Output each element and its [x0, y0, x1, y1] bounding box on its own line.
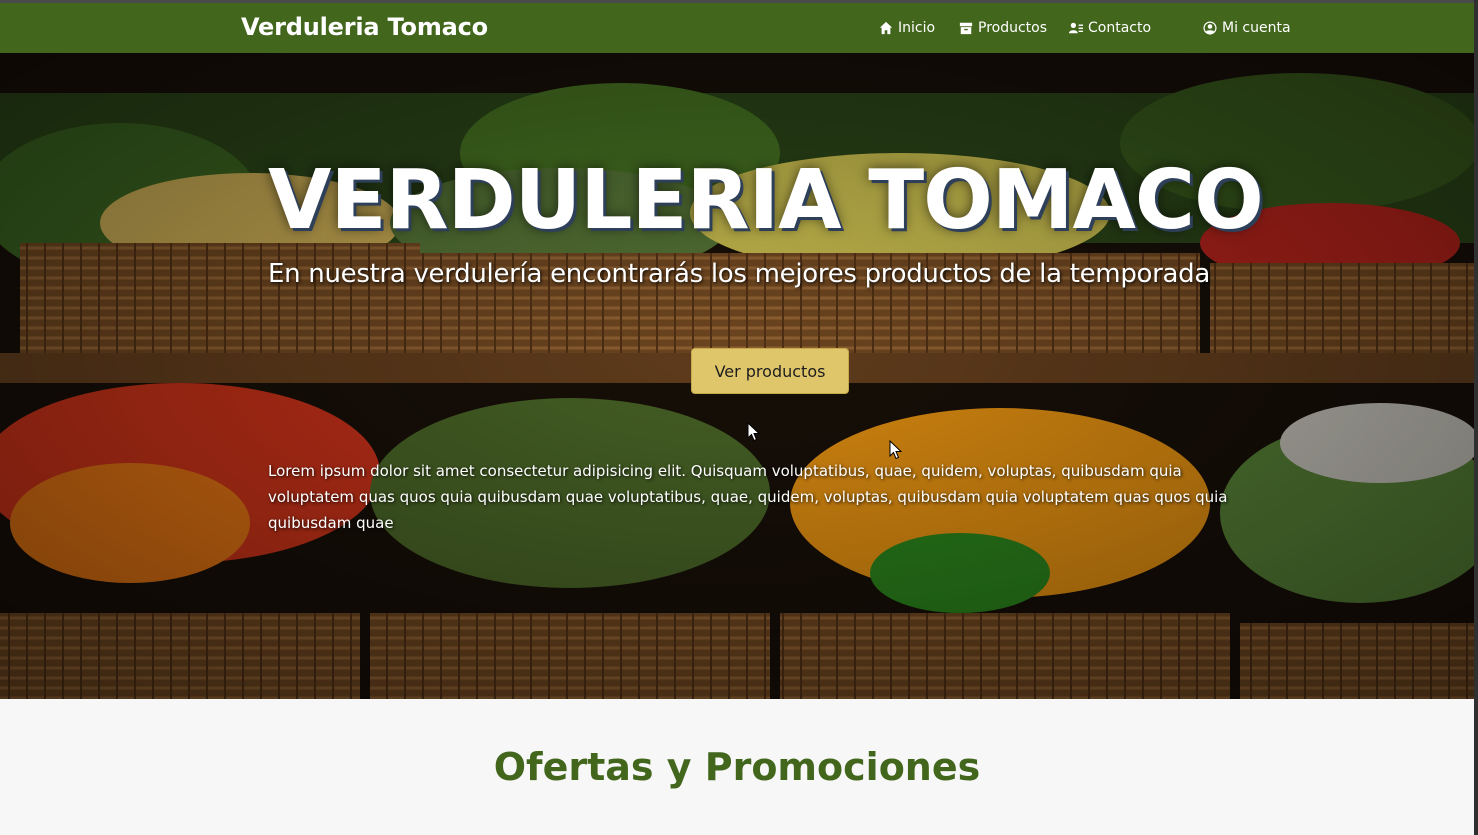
- contact-list-icon: [1069, 22, 1083, 34]
- nav-item-label: Mi cuenta: [1222, 20, 1291, 36]
- hero-description: Lorem ipsum dolor sit amet consectetur a…: [268, 462, 1228, 532]
- nav-item-contacto[interactable]: Contacto: [1069, 20, 1151, 36]
- nav-item-label: Inicio: [898, 20, 936, 36]
- nav-item-mi-cuenta[interactable]: Mi cuenta: [1203, 20, 1291, 36]
- mouse-cursor-icon: [889, 440, 903, 460]
- window-right-border: [1474, 0, 1478, 835]
- ver-productos-button[interactable]: Ver productos: [691, 348, 849, 394]
- archive-box-icon: [959, 22, 973, 35]
- hero-banner: VERDULERIA TOMACO En nuestra verdulería …: [0, 53, 1474, 699]
- hero-subtitle: En nuestra verdulería encontrarás los me…: [268, 259, 1210, 289]
- nav-item-label: Productos: [978, 20, 1048, 36]
- offers-section-title: Ofertas y Promociones: [493, 745, 981, 789]
- navbar: Verduleria Tomaco Inicio Productos Conta…: [0, 3, 1478, 53]
- nav-item-productos[interactable]: Productos: [959, 20, 1047, 36]
- brand-logo-text[interactable]: Verduleria Tomaco: [241, 13, 488, 41]
- hero-title: VERDULERIA TOMACO: [268, 153, 1264, 248]
- home-icon: [879, 21, 893, 35]
- nav-item-inicio[interactable]: Inicio: [879, 20, 935, 36]
- nav-item-label: Contacto: [1088, 20, 1152, 36]
- user-circle-icon: [1203, 21, 1217, 35]
- mouse-cursor-icon: [747, 422, 761, 442]
